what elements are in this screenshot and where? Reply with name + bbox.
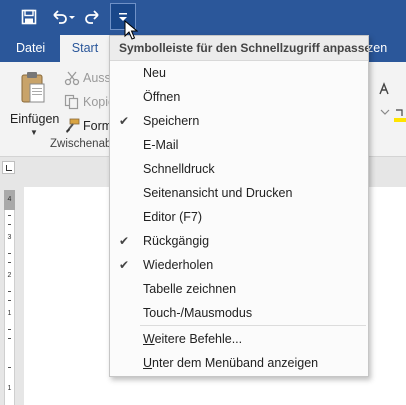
ruler-tick — [8, 367, 11, 368]
title-bar — [0, 0, 406, 35]
paste-label: Einfügen — [10, 112, 60, 126]
menu-item-label: Touch-/Mausmodus — [143, 306, 253, 320]
menu-item[interactable]: Öffnen — [110, 85, 368, 109]
ruler-tick — [8, 215, 11, 216]
paste-button[interactable]: Einfügen ▼ — [6, 68, 60, 138]
copy-button[interactable]: Kopie — [64, 92, 115, 112]
show-below-label: nter dem Menüband anzeigen — [152, 356, 319, 370]
tab-partial[interactable]: zen — [367, 35, 387, 62]
highlight-icon[interactable] — [394, 106, 406, 122]
menu-item-show-below-ribbon[interactable]: Unter dem Menüband anzeigen — [110, 351, 368, 375]
menu-item[interactable]: E-Mail — [110, 133, 368, 157]
menu-item[interactable]: Seitenansicht und Drucken — [110, 181, 368, 205]
menu-item[interactable]: Neu — [110, 61, 368, 85]
menu-item-label: Wiederholen — [143, 258, 214, 272]
menu-item-label: Seitenansicht und Drucken — [143, 186, 293, 200]
menu-item[interactable]: ✔ Rückgängig — [110, 229, 368, 253]
tab-datei[interactable]: Datei — [16, 35, 45, 62]
menu-item-label: Schnelldruck — [143, 162, 215, 176]
menu-item[interactable]: Touch-/Mausmodus — [110, 301, 368, 325]
save-icon — [21, 9, 37, 25]
menu-item[interactable]: Editor (F7) — [110, 205, 368, 229]
undo-icon — [53, 10, 75, 24]
redo-icon — [85, 10, 99, 24]
format-painter-button[interactable]: Form — [64, 116, 112, 136]
ruler-tick — [8, 224, 11, 225]
menu-item-label: Neu — [143, 66, 166, 80]
menu-item-label: Rückgängig — [143, 234, 210, 248]
menu-item[interactable]: ✔ Wiederholen — [110, 253, 368, 277]
ruler-tick — [8, 262, 11, 263]
clipboard-group-label: Zwischenab — [50, 138, 112, 150]
scissors-icon — [64, 71, 80, 86]
clipboard-icon — [21, 72, 45, 103]
undo-button[interactable] — [48, 4, 78, 30]
menu-item-label: Öffnen — [143, 90, 181, 104]
tab-start[interactable]: Start — [60, 35, 110, 62]
ruler-number: 1 — [7, 385, 12, 392]
redo-button[interactable] — [80, 4, 106, 30]
menu-item-label: Speichern — [143, 114, 200, 128]
ruler-number: 1 — [7, 310, 12, 317]
ruler-tick — [8, 253, 11, 254]
chevron-down-icon: ▼ — [30, 128, 38, 137]
mouse-cursor-icon — [124, 20, 138, 40]
menu-title: Symbolleiste für den Schnellzugriff anpa… — [110, 36, 368, 61]
paintbrush-icon — [66, 118, 80, 133]
menu-item-label: Editor (F7) — [143, 210, 203, 224]
checkmark-icon: ✔ — [119, 114, 130, 128]
menu-item[interactable]: ✔ Speichern — [110, 109, 368, 133]
format-label: Form — [83, 119, 113, 133]
copy-icon — [64, 94, 79, 110]
menu-item[interactable]: Tabelle zeichnen — [110, 277, 368, 301]
ruler-tick — [8, 291, 11, 292]
cut-label: Auss — [83, 71, 111, 85]
ruler-number: 3 — [7, 234, 12, 241]
menu-separator — [140, 325, 366, 326]
checkmark-icon: ✔ — [119, 258, 130, 272]
menu-item[interactable]: Schnelldruck — [110, 157, 368, 181]
ruler-number: 2 — [7, 272, 12, 279]
customize-quick-access-menu: Symbolleiste für den Schnellzugriff anpa… — [109, 35, 369, 377]
menu-item-label: E-Mail — [143, 138, 179, 152]
menu-item-more-commands[interactable]: Weitere Befehle... — [110, 327, 368, 351]
cut-button[interactable]: Auss — [64, 68, 111, 88]
dropdown-arrow-icon[interactable] — [380, 108, 390, 116]
font-grow-icon[interactable] — [378, 82, 392, 96]
ruler-number: 4 — [7, 196, 12, 203]
ruler-tick — [8, 300, 11, 301]
ruler-tick — [8, 329, 11, 330]
ruler-tick — [8, 338, 11, 339]
menu-item-label: Tabelle zeichnen — [143, 282, 237, 296]
checkmark-icon: ✔ — [119, 234, 130, 248]
tab-selector-button[interactable] — [2, 161, 15, 174]
more-commands-label: eitere Befehle... — [154, 332, 243, 346]
vertical-ruler — [4, 190, 15, 405]
save-button[interactable] — [16, 4, 42, 30]
